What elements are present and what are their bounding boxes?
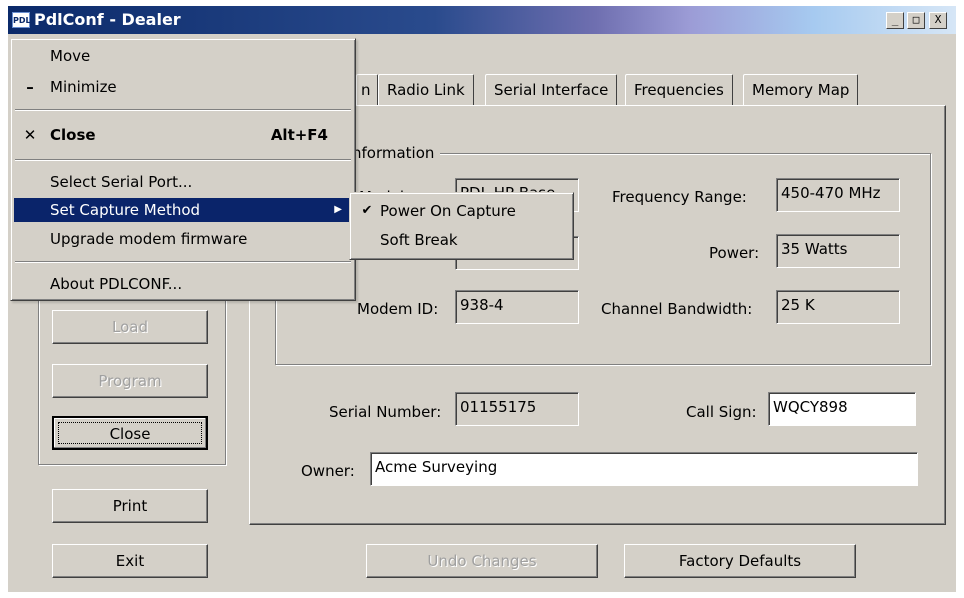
print-button[interactable]: Print (52, 489, 208, 523)
submenu-item-power-on-capture[interactable]: ✔ Power On Capture (353, 199, 570, 223)
owner-input[interactable]: Acme Surveying (370, 452, 918, 486)
system-menu: Move – Minimize ✕ Close Alt+F4 Select Se… (10, 38, 356, 301)
close-window-button[interactable]: X (929, 12, 947, 29)
menu-item-move-label: Move (50, 47, 91, 65)
power-field: 35 Watts (776, 234, 900, 268)
power-label: Power: (709, 244, 760, 262)
modem-id-field: 938-4 (455, 290, 579, 324)
channel-bandwidth-label: Channel Bandwidth: (601, 300, 753, 318)
channel-bandwidth-field: 25 K (776, 290, 900, 324)
menu-item-select-serial-port-label: Select Serial Port... (50, 173, 193, 191)
checkmark-icon: ✔ (361, 203, 373, 218)
close-x-icon: ✕ (23, 126, 37, 144)
call-sign-input[interactable]: WQCY898 (768, 392, 916, 426)
menu-item-close-label: Close (50, 126, 96, 144)
menu-item-minimize[interactable]: – Minimize (14, 75, 352, 99)
menu-item-upgrade-firmware-label: Upgrade modem firmware (50, 230, 248, 248)
menu-item-select-serial-port[interactable]: Select Serial Port... (14, 170, 352, 194)
exit-button[interactable]: Exit (52, 544, 208, 578)
tab-memory-map[interactable]: Memory Map (743, 74, 859, 106)
close-button-label: Close (58, 422, 202, 444)
menu-item-close[interactable]: ✕ Close Alt+F4 (14, 123, 352, 147)
tab-information[interactable]: n (356, 74, 378, 106)
minimize-glyph-icon: – (26, 78, 34, 96)
minimize-window-button[interactable]: _ (886, 12, 904, 29)
menu-separator (15, 261, 351, 263)
menu-separator (15, 159, 351, 161)
menu-item-minimize-label: Minimize (50, 78, 117, 96)
menu-item-set-capture-method-label: Set Capture Method (50, 201, 201, 219)
tab-serial-interface[interactable]: Serial Interface (485, 74, 618, 106)
menu-item-about[interactable]: About PDLCONF... (14, 272, 352, 296)
menu-item-upgrade-firmware[interactable]: Upgrade modem firmware (14, 227, 352, 251)
tab-radio-link[interactable]: Radio Link (378, 74, 474, 106)
factory-defaults-button[interactable]: Factory Defaults (624, 544, 856, 578)
menu-item-move[interactable]: Move (14, 44, 352, 68)
window-title: PdlConf - Dealer (34, 10, 181, 29)
power-on-capture-label: Power On Capture (380, 202, 516, 220)
menu-separator (15, 109, 351, 111)
capture-method-submenu: ✔ Power On Capture Soft Break (349, 192, 574, 260)
close-button[interactable]: Close (52, 416, 208, 450)
undo-changes-button[interactable]: Undo Changes (366, 544, 598, 578)
maximize-window-button[interactable]: □ (907, 12, 925, 29)
soft-break-label: Soft Break (380, 231, 458, 249)
app-icon[interactable]: PDL (12, 12, 31, 28)
program-button[interactable]: Program (52, 364, 208, 398)
menu-item-about-label: About PDLCONF... (50, 275, 183, 293)
serial-number-field: 01155175 (455, 392, 579, 426)
frequency-range-field: 450-470 MHz (776, 178, 900, 212)
modem-id-label: Modem ID: (357, 300, 439, 318)
submenu-arrow-icon: ▶ (334, 204, 342, 215)
call-sign-label: Call Sign: (686, 403, 757, 421)
submenu-item-soft-break[interactable]: Soft Break (353, 228, 570, 252)
owner-label: Owner: (301, 462, 355, 480)
information-group-label: nformation (352, 144, 441, 162)
menu-item-set-capture-method[interactable]: Set Capture Method ▶ (14, 198, 352, 222)
close-shortcut: Alt+F4 (270, 126, 328, 144)
load-button[interactable]: Load (52, 310, 208, 344)
title-bar[interactable]: PDL PdlConf - Dealer _ □ X (8, 6, 956, 34)
serial-number-label: Serial Number: (329, 403, 442, 421)
tab-frequencies[interactable]: Frequencies (625, 74, 733, 106)
frequency-range-label: Frequency Range: (612, 188, 747, 206)
